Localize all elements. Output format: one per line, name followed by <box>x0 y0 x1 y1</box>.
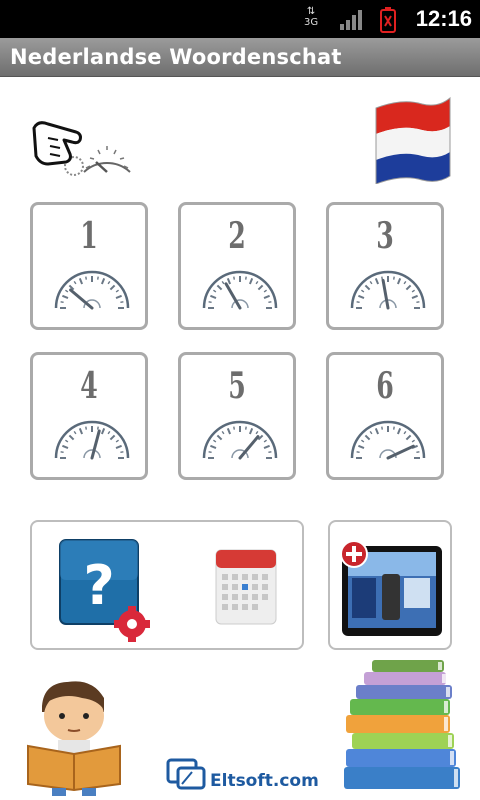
reading-boy-icon[interactable] <box>22 676 128 796</box>
speedometer-icon <box>54 420 130 460</box>
network-type: 3G <box>304 17 319 28</box>
more-apps-tablet-icon[interactable] <box>338 536 446 640</box>
level-6-button[interactable]: 6 <box>326 352 444 480</box>
battery-low-icon <box>380 7 396 33</box>
signal-icon <box>340 10 362 30</box>
calendar-icon[interactable] <box>214 546 278 626</box>
level-number: 2 <box>228 215 246 257</box>
speedometer-icon <box>202 420 278 460</box>
help-settings-icon[interactable]: ? <box>58 538 150 642</box>
level-3-button[interactable]: 3 <box>326 202 444 330</box>
tools-panel: ? <box>30 520 304 650</box>
level-2-button[interactable]: 2 <box>178 202 296 330</box>
speedometer-icon <box>54 270 130 310</box>
more-apps-panel <box>328 520 452 650</box>
eltsoft-logo-icon <box>166 758 206 790</box>
gauge-needle <box>238 435 260 460</box>
network-indicator: ⇅ 3G <box>304 6 319 28</box>
gauge-needle <box>381 278 390 310</box>
clock: 12:16 <box>415 6 472 31</box>
level-number: 1 <box>80 215 98 257</box>
level-number: 3 <box>376 215 394 257</box>
level-number: 6 <box>376 365 394 407</box>
netherlands-flag-icon[interactable] <box>372 96 454 184</box>
gauge-needle <box>69 288 94 310</box>
level-number: 5 <box>228 365 246 407</box>
level-4-button[interactable]: 4 <box>30 352 148 480</box>
action-bar: Nederlandse Woordenschat <box>0 38 480 77</box>
pointer-hand-icon[interactable] <box>28 110 136 180</box>
gauge-needle <box>386 444 415 460</box>
level-1-button[interactable]: 1 <box>30 202 148 330</box>
brand-text: Eltsoft.com <box>210 771 319 791</box>
books-stack-icon[interactable] <box>342 656 464 796</box>
svg-text:?: ? <box>83 554 114 617</box>
speedometer-icon <box>350 420 426 460</box>
speedometer-icon <box>350 270 426 310</box>
level-5-button[interactable]: 5 <box>178 352 296 480</box>
level-number: 4 <box>80 365 98 407</box>
status-bar: ⇅ 3G 12:16 <box>0 0 480 38</box>
app-title: Nederlandse Woordenschat <box>10 45 342 69</box>
speedometer-icon <box>202 270 278 310</box>
